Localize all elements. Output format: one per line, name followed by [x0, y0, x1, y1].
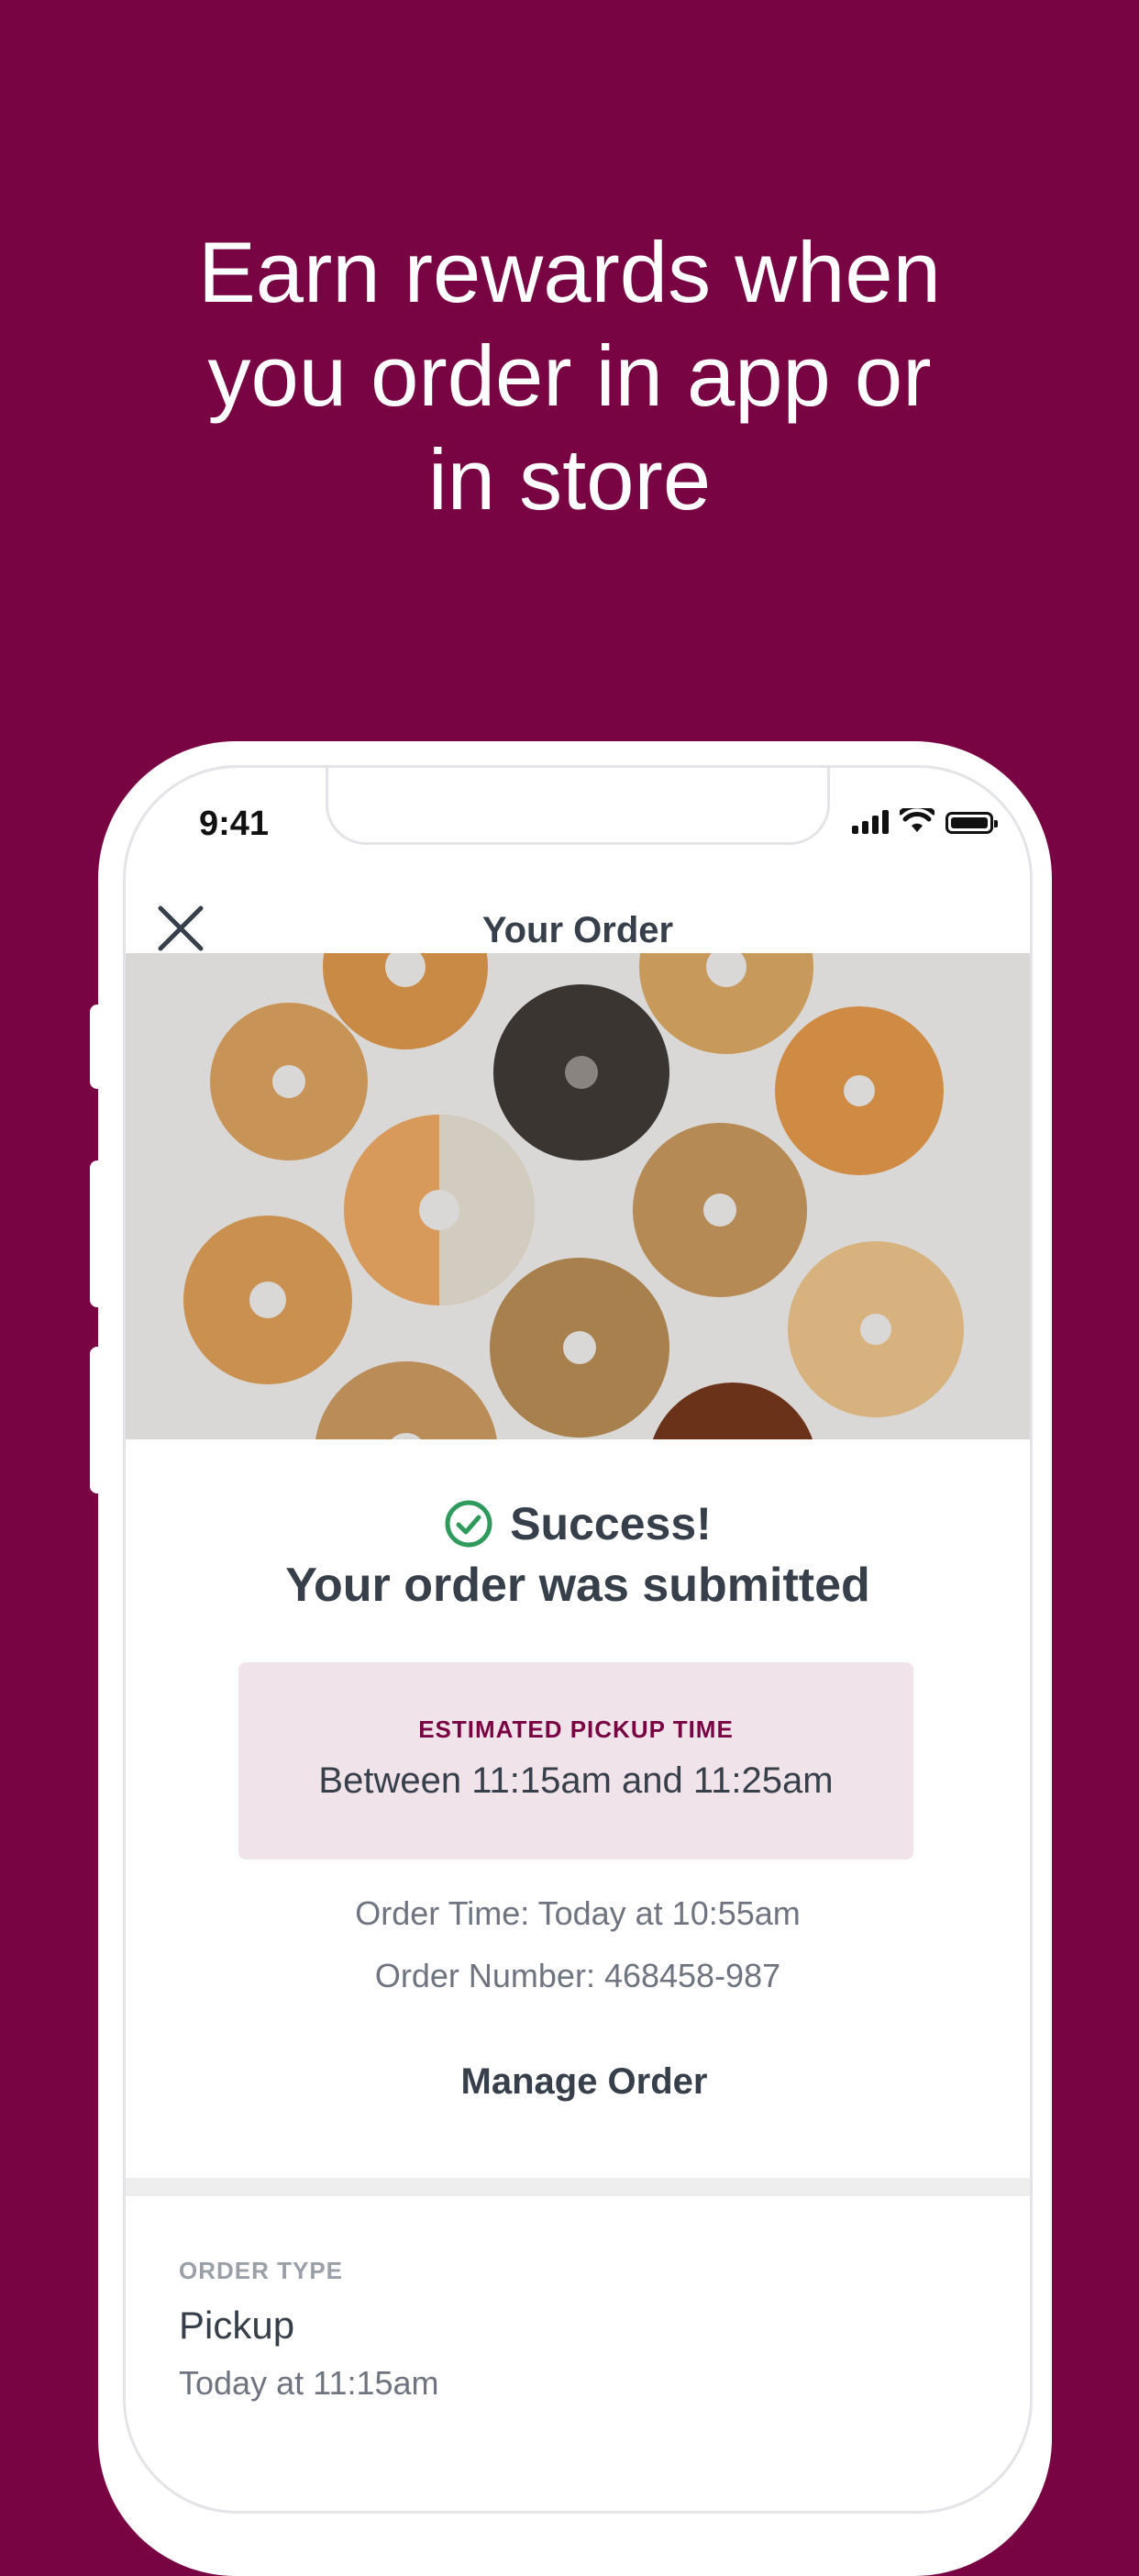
success-message: Success! Your order was submitted — [126, 1497, 1030, 1613]
status-time: 9:41 — [199, 805, 270, 843]
headline-line-2: you order in app or — [207, 328, 932, 424]
signal-icon — [852, 810, 889, 834]
success-title: Success! — [510, 1498, 712, 1549]
order-type-label: ORDER TYPE — [179, 2257, 344, 2284]
check-circle-icon — [445, 1500, 492, 1548]
phone-screen: 9:41 Your Order Success! Your order was … — [123, 765, 1033, 2514]
order-number: Order Number: 468458-987 — [374, 1957, 781, 1994]
wifi-icon — [900, 808, 934, 832]
status-icons — [852, 808, 998, 834]
section-divider — [126, 2178, 1030, 2196]
bagels-hero-image — [126, 953, 1030, 1439]
order-type-time: Today at 11:15am — [179, 2364, 439, 2402]
headline-line-1: Earn rewards when — [198, 224, 941, 320]
marketing-headline: Earn rewards when you order in app or in… — [0, 220, 1139, 531]
order-type-value: Pickup — [179, 2304, 295, 2347]
estimated-pickup-card: ESTIMATED PICKUP TIME Between 11:15am an… — [238, 1662, 913, 1860]
phone-notch — [326, 768, 830, 845]
battery-icon — [945, 812, 998, 834]
manage-order-button[interactable]: Manage Order — [437, 2061, 731, 2103]
page-title: Your Order — [481, 910, 674, 950]
pickup-label: ESTIMATED PICKUP TIME — [418, 1715, 734, 1743]
pickup-time: Between 11:15am and 11:25am — [318, 1760, 834, 1801]
order-time: Order Time: Today at 10:55am — [355, 1894, 801, 1932]
success-subtitle: Your order was submitted — [285, 1559, 870, 1612]
headline-line-3: in store — [427, 431, 712, 527]
